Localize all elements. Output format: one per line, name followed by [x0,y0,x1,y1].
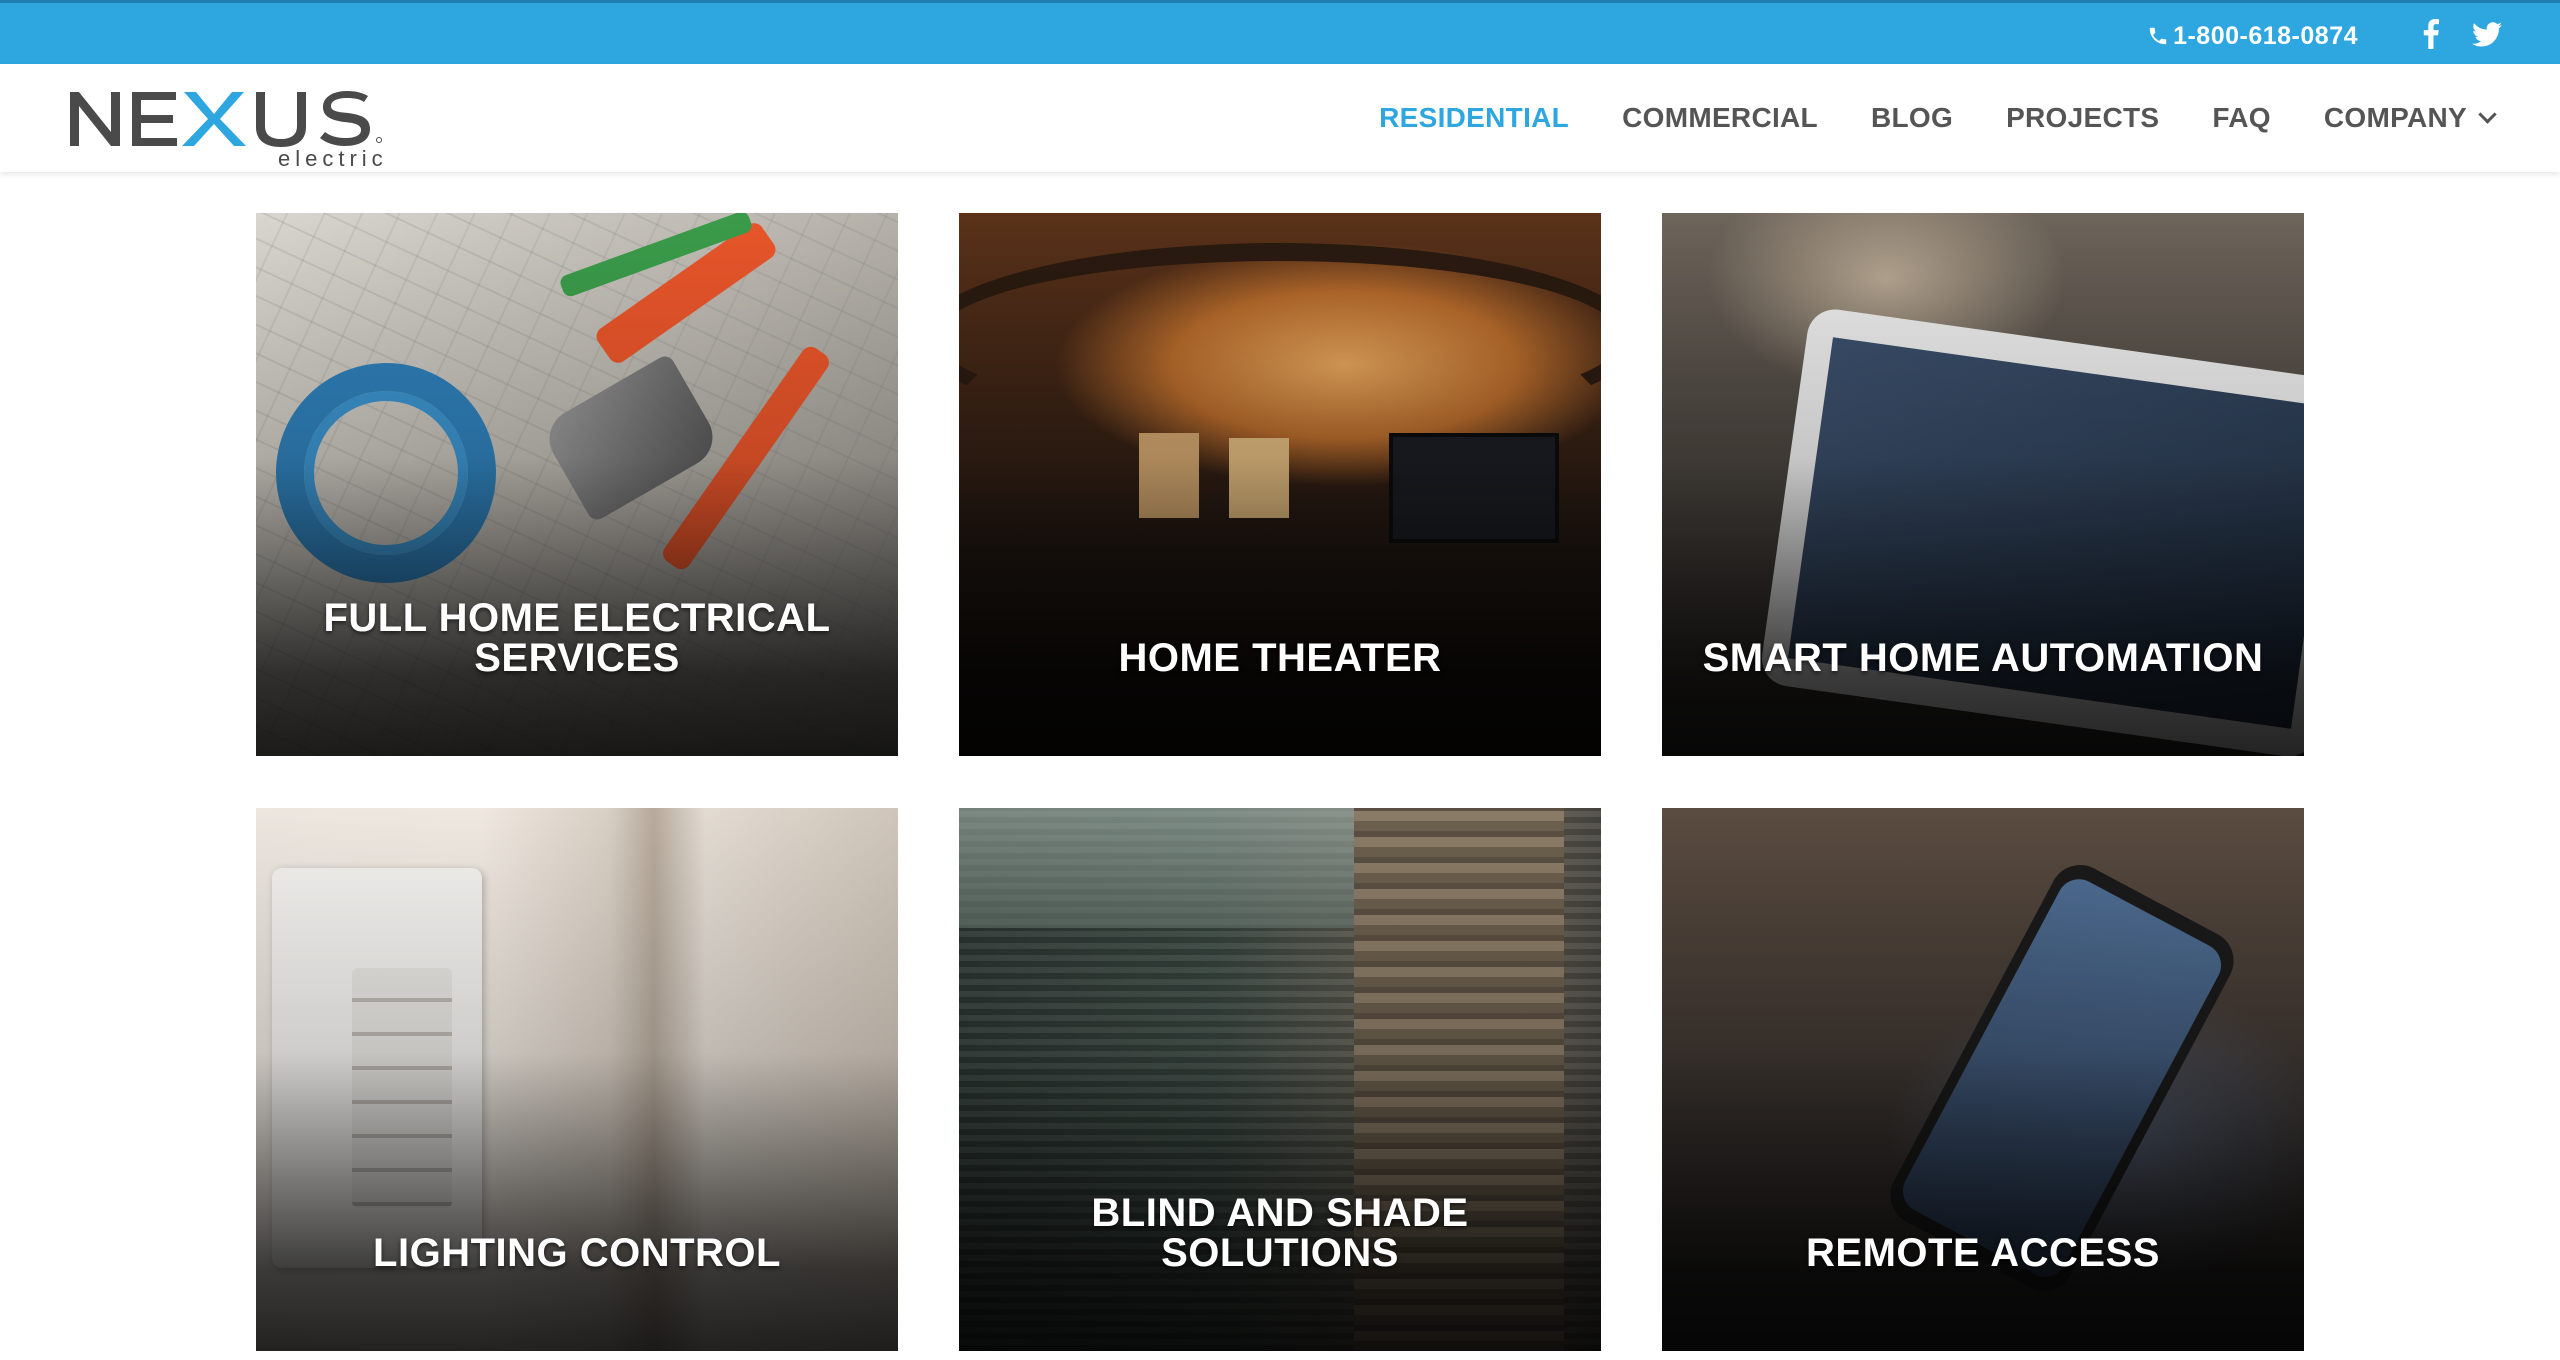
nav-label: COMPANY [2323,102,2467,133]
nav-label: PROJECTS [2006,102,2160,133]
nav-label: COMMERCIAL [1622,102,1818,133]
main-nav: RESIDENTIAL COMMERCIAL BLOG PROJECTS FAQ… [1379,64,2497,172]
nav-label: FAQ [2212,102,2271,133]
nav-item-commercial[interactable]: COMMERCIAL [1622,102,1818,134]
chevron-down-icon [2478,104,2497,124]
phone-number: 1-800-618-0874 [2173,21,2358,50]
tile-smart-home-automation[interactable]: SMART HOME AUTOMATION [1662,213,2304,756]
top-bar: 1-800-618-0874 [0,0,2560,64]
nav-label: RESIDENTIAL [1379,102,1570,133]
tile-label: BLIND AND SHADE SOLUTIONS [1091,1191,1469,1275]
tile-label: FULL HOME ELECTRICAL SERVICES [323,596,831,680]
nav-item-blog[interactable]: BLOG [1871,102,1953,134]
nav-item-faq[interactable]: FAQ [2212,102,2270,134]
tile-label: LIGHTING CONTROL [373,1231,781,1275]
tile-blind-and-shade[interactable]: BLIND AND SHADE SOLUTIONS [959,808,1601,1351]
phone-link[interactable]: 1-800-618-0874 [2147,22,2358,50]
nav-label: BLOG [1870,102,1954,133]
tile-label: HOME THEATER [1118,636,1442,680]
tile-label: REMOTE ACCESS [1806,1231,2160,1275]
tile-full-home-electrical[interactable]: FULL HOME ELECTRICAL SERVICES [256,213,898,756]
nav-item-projects[interactable]: PROJECTS [2006,102,2159,134]
logo-subtitle: electric [278,146,388,171]
nav-item-company[interactable]: COMPANY [2323,102,2497,134]
tile-home-theater[interactable]: HOME THEATER [959,213,1601,756]
nexus-logo[interactable]: electric [66,76,426,171]
nav-item-residential[interactable]: RESIDENTIAL [1379,102,1569,134]
twitter-icon[interactable] [2470,17,2504,51]
facebook-icon[interactable] [2414,17,2448,51]
tile-label: SMART HOME AUTOMATION [1702,636,2264,680]
site-header: electric RESIDENTIAL COMMERCIAL BLOG PRO… [0,64,2560,172]
phone-icon [2149,27,2167,45]
service-grid: FULL HOME ELECTRICAL SERVICES HOME THEAT… [0,172,2560,1360]
tile-lighting-control[interactable]: LIGHTING CONTROL [256,808,898,1351]
tile-remote-access[interactable]: REMOTE ACCESS [1662,808,2304,1351]
